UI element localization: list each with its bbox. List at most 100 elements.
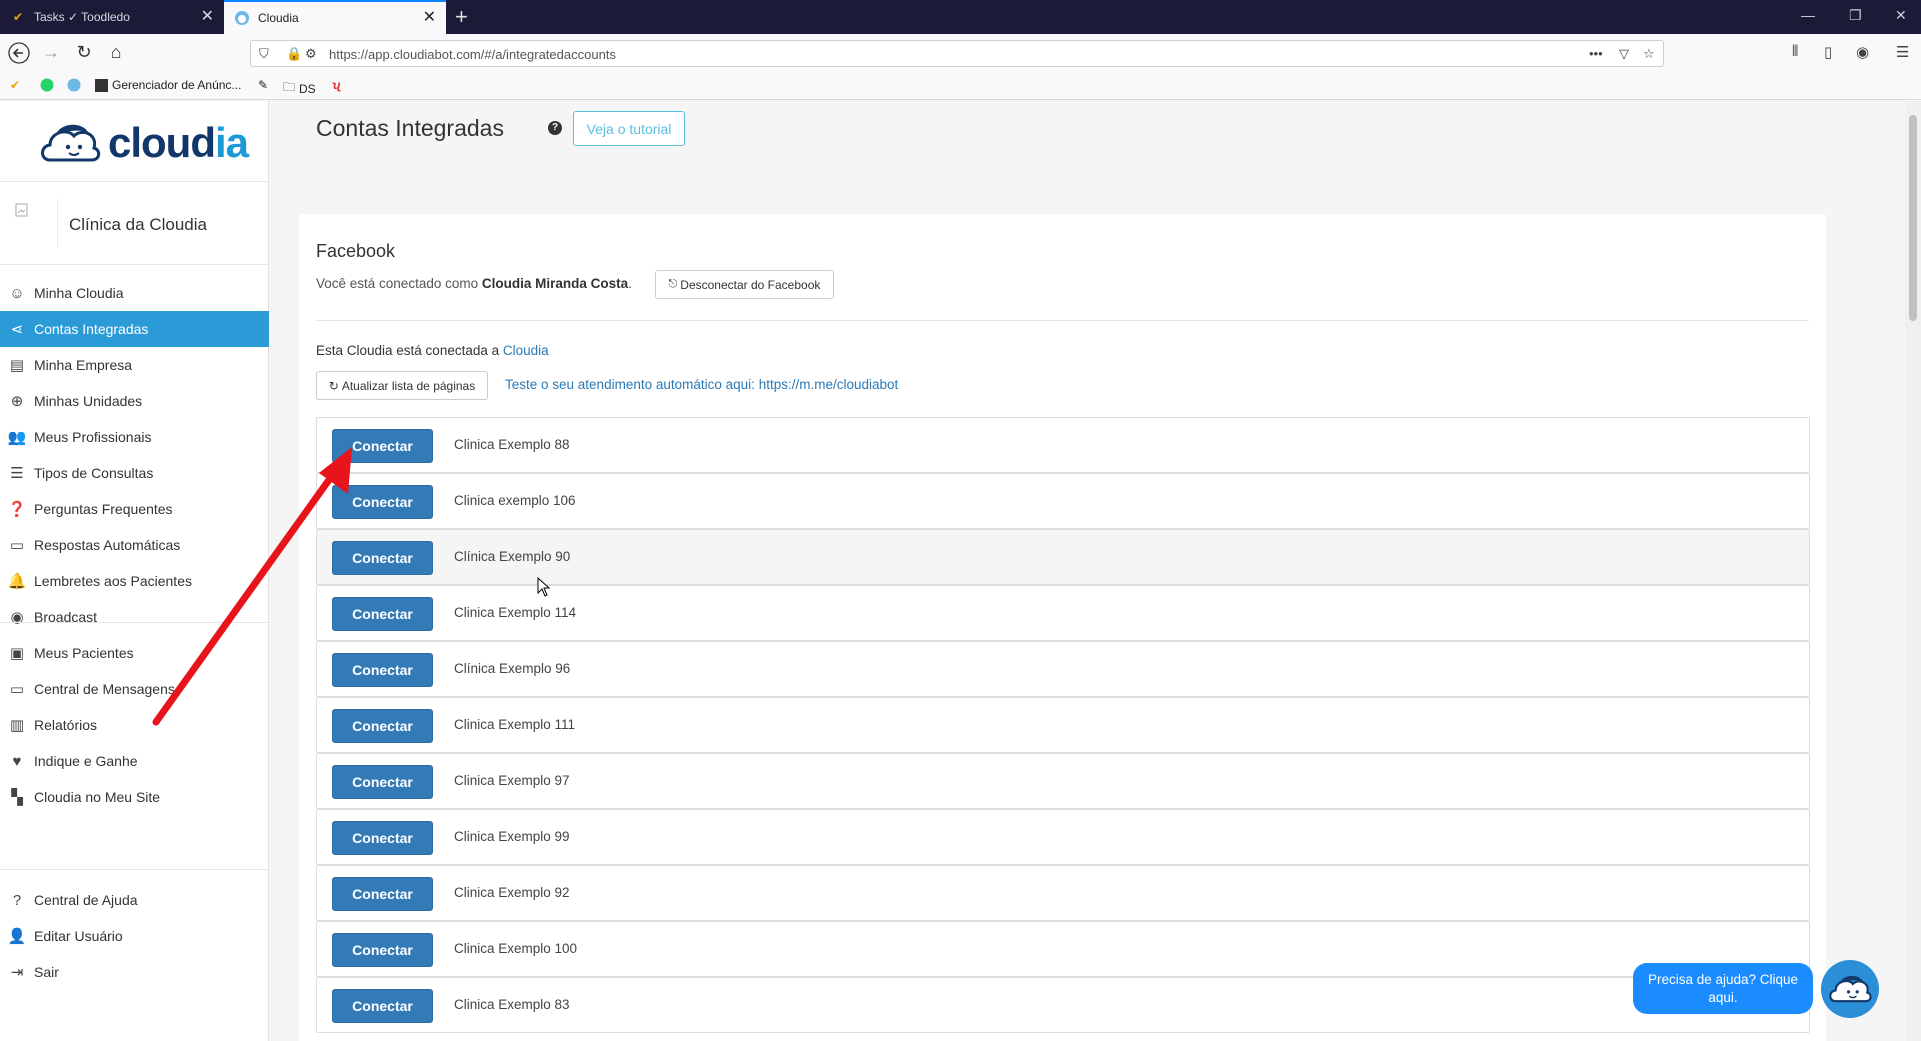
connect-button[interactable]: Conectar [332, 877, 433, 911]
heart-icon: ♥ [12, 752, 22, 770]
page-row: Conectar Clinica Exemplo 99 [316, 809, 1810, 865]
question-icon: ❓ [7, 501, 27, 518]
plus-circle-icon: ⊕ [10, 393, 24, 410]
home-icon[interactable]: ⌂ [105, 42, 127, 63]
connect-button[interactable]: Conectar [332, 541, 433, 575]
page-row: Conectar Clínica Exemplo 96 [316, 641, 1810, 697]
sidebar-item-label: Meus Profissionais [34, 429, 152, 445]
help-chat-bubble[interactable]: Precisa de ajuda? Clique aqui. [1633, 963, 1813, 1014]
connect-button[interactable]: Conectar [332, 765, 433, 799]
test-link[interactable]: https://m.me/cloudiabot [759, 377, 899, 392]
linked-prefix: Esta Cloudia está conectada a [316, 343, 500, 358]
sidebar-item[interactable]: ? Central de Ajuda [0, 882, 269, 918]
ms-bookmark-icon[interactable]: ʯ [332, 78, 340, 92]
sidebar-item[interactable]: ▚ Cloudia no Meu Site [0, 779, 269, 815]
widgets-icon: ▚ [11, 789, 23, 806]
sidebar-toggle-icon[interactable]: ▯ [1824, 43, 1832, 61]
bookmark-star-icon[interactable]: ☆ [1643, 46, 1655, 62]
reload-icon[interactable]: ↻ [73, 42, 95, 63]
test-bot-text[interactable]: Teste o seu atendimento automático aqui:… [505, 377, 898, 392]
disconnect-facebook-button[interactable]: ⎋ Desconectar do Facebook [655, 270, 834, 299]
sidebar-item[interactable]: ☺ Minha Cloudia [0, 275, 269, 311]
connect-button[interactable]: Conectar [332, 429, 433, 463]
back-icon[interactable] [8, 42, 30, 69]
tutorial-button[interactable]: Veja o tutorial [573, 111, 685, 146]
sidebar-item[interactable]: ⊕ Minhas Unidades [0, 383, 269, 419]
forward-icon[interactable]: → [40, 42, 62, 63]
whatsapp-icon[interactable] [40, 78, 54, 92]
sidebar-item[interactable]: ▣ Meus Pacientes [0, 635, 269, 671]
connect-button[interactable]: Conectar [332, 485, 433, 519]
page-name: Clinica exemplo 106 [454, 493, 576, 508]
cloudia-logo[interactable]: cloudia [38, 119, 249, 167]
clinic-profile[interactable]: Clínica da Cloudia [0, 181, 269, 265]
sidebar-item[interactable]: 👥 Meus Profissionais [0, 419, 269, 455]
help-icon[interactable]: ? [548, 121, 562, 135]
sidebar-item-label: Contas Integradas [34, 321, 149, 337]
page-name: Clinica Exemplo 99 [454, 829, 570, 844]
close-icon[interactable]: ✕ [423, 10, 436, 26]
tab-tasks[interactable]: ✔ Tasks ✓ Toodledo ✕ [0, 0, 224, 34]
lock-icon[interactable]: 🔒 [286, 46, 302, 62]
bar-chart-icon: ▥ [9, 717, 25, 734]
page-row: Conectar Clinica Exemplo 83 [316, 977, 1810, 1033]
permissions-icon[interactable]: ⚙ [305, 46, 317, 62]
sidebar-item-label: Minha Cloudia [34, 285, 124, 301]
new-tab-icon[interactable]: + [455, 4, 468, 30]
help-chat-avatar[interactable] [1821, 960, 1879, 1018]
sidebar-item-label: Perguntas Frequentes [34, 501, 173, 517]
cloudia-bookmark-icon[interactable] [67, 78, 81, 92]
bookmark-ads-manager[interactable]: Gerenciador de Anúnc... [95, 78, 241, 92]
pocket-icon[interactable]: ▽ [1619, 46, 1629, 62]
connect-button[interactable]: Conectar [332, 821, 433, 855]
library-icon[interactable]: ⫴ [1792, 43, 1798, 60]
connected-as-text: Você está conectado como Cloudia Miranda… [316, 276, 632, 291]
shield-icon[interactable]: ⛉ [259, 46, 269, 62]
sidebar-item[interactable]: 👤 Editar Usuário [0, 918, 269, 954]
sidebar-item[interactable]: ⋖ Contas Integradas [0, 311, 269, 347]
test-prefix: Teste o seu atendimento automático aqui: [505, 377, 755, 392]
page-row: Conectar Clinica Exemplo 88 [316, 417, 1810, 473]
bookmark-label: DS [299, 81, 316, 96]
sidebar-item[interactable]: ▭ Respostas Automáticas [0, 527, 269, 563]
contact-card-icon: ▣ [9, 645, 25, 662]
tab-cloudia[interactable]: Cloudia ✕ [224, 0, 446, 34]
facebook-panel: Facebook Você está conectado como Cloudi… [299, 214, 1826, 1041]
sidebar-item[interactable]: ▭ Central de Mensagens [0, 671, 269, 707]
disconnect-label: Desconectar do Facebook [680, 277, 821, 292]
sidebar-item[interactable]: ☰ Tipos de Consultas [0, 455, 269, 491]
connect-button[interactable]: Conectar [332, 597, 433, 631]
sidebar-item[interactable]: ⇥ Sair [0, 954, 269, 990]
address-bar[interactable]: ⛉ 🔒 ⚙ https://app.cloudiabot.com/#/a/int… [250, 40, 1664, 67]
close-icon[interactable]: ✕ [201, 9, 214, 25]
page-name: Clinica Exemplo 111 [454, 717, 576, 732]
account-icon[interactable]: ◉ [1856, 43, 1869, 61]
window-close-icon[interactable]: ✕ [1895, 7, 1907, 24]
page-scrollbar[interactable] [1905, 101, 1921, 1041]
connect-button[interactable]: Conectar [332, 989, 433, 1023]
sidebar-item[interactable]: ◉ Broadcast [0, 599, 269, 635]
connect-button[interactable]: Conectar [332, 653, 433, 687]
refresh-pages-button[interactable]: ↻ Atualizar lista de páginas [316, 371, 488, 400]
ads-manager-icon [95, 78, 108, 92]
connect-button[interactable]: Conectar [332, 933, 433, 967]
scrollbar-thumb[interactable] [1909, 115, 1917, 321]
restore-icon[interactable]: ❐ [1849, 7, 1862, 24]
sidebar-item[interactable]: ▤ Minha Empresa [0, 347, 269, 383]
url-text[interactable]: https://app.cloudiabot.com/#/a/integrate… [329, 47, 616, 62]
linked-page-link[interactable]: Cloudia [503, 343, 549, 358]
page-name: Clinica Exemplo 83 [454, 997, 570, 1012]
pen-icon[interactable]: ✎ [258, 78, 268, 92]
connect-button[interactable]: Conectar [332, 709, 433, 743]
sidebar-item[interactable]: ❓ Perguntas Frequentes [0, 491, 269, 527]
sidebar-item[interactable]: ♥ Indique e Ganhe [0, 743, 269, 779]
sidebar-item[interactable]: ▥ Relatórios [0, 707, 269, 743]
broadcast-icon: ◉ [10, 609, 24, 626]
bookmark-folder-ds[interactable]: 🗀 DS [283, 78, 316, 99]
minimize-icon[interactable]: — [1801, 7, 1815, 23]
more-actions-icon[interactable]: ••• [1589, 46, 1603, 61]
toodledo-bookmark-icon[interactable]: ✔ [10, 78, 20, 92]
menu-icon[interactable]: ☰ [1896, 43, 1909, 61]
sidebar-item[interactable]: 🔔 Lembretes aos Pacientes [0, 563, 269, 599]
page-row: Conectar Clinica exemplo 106 [316, 473, 1810, 529]
